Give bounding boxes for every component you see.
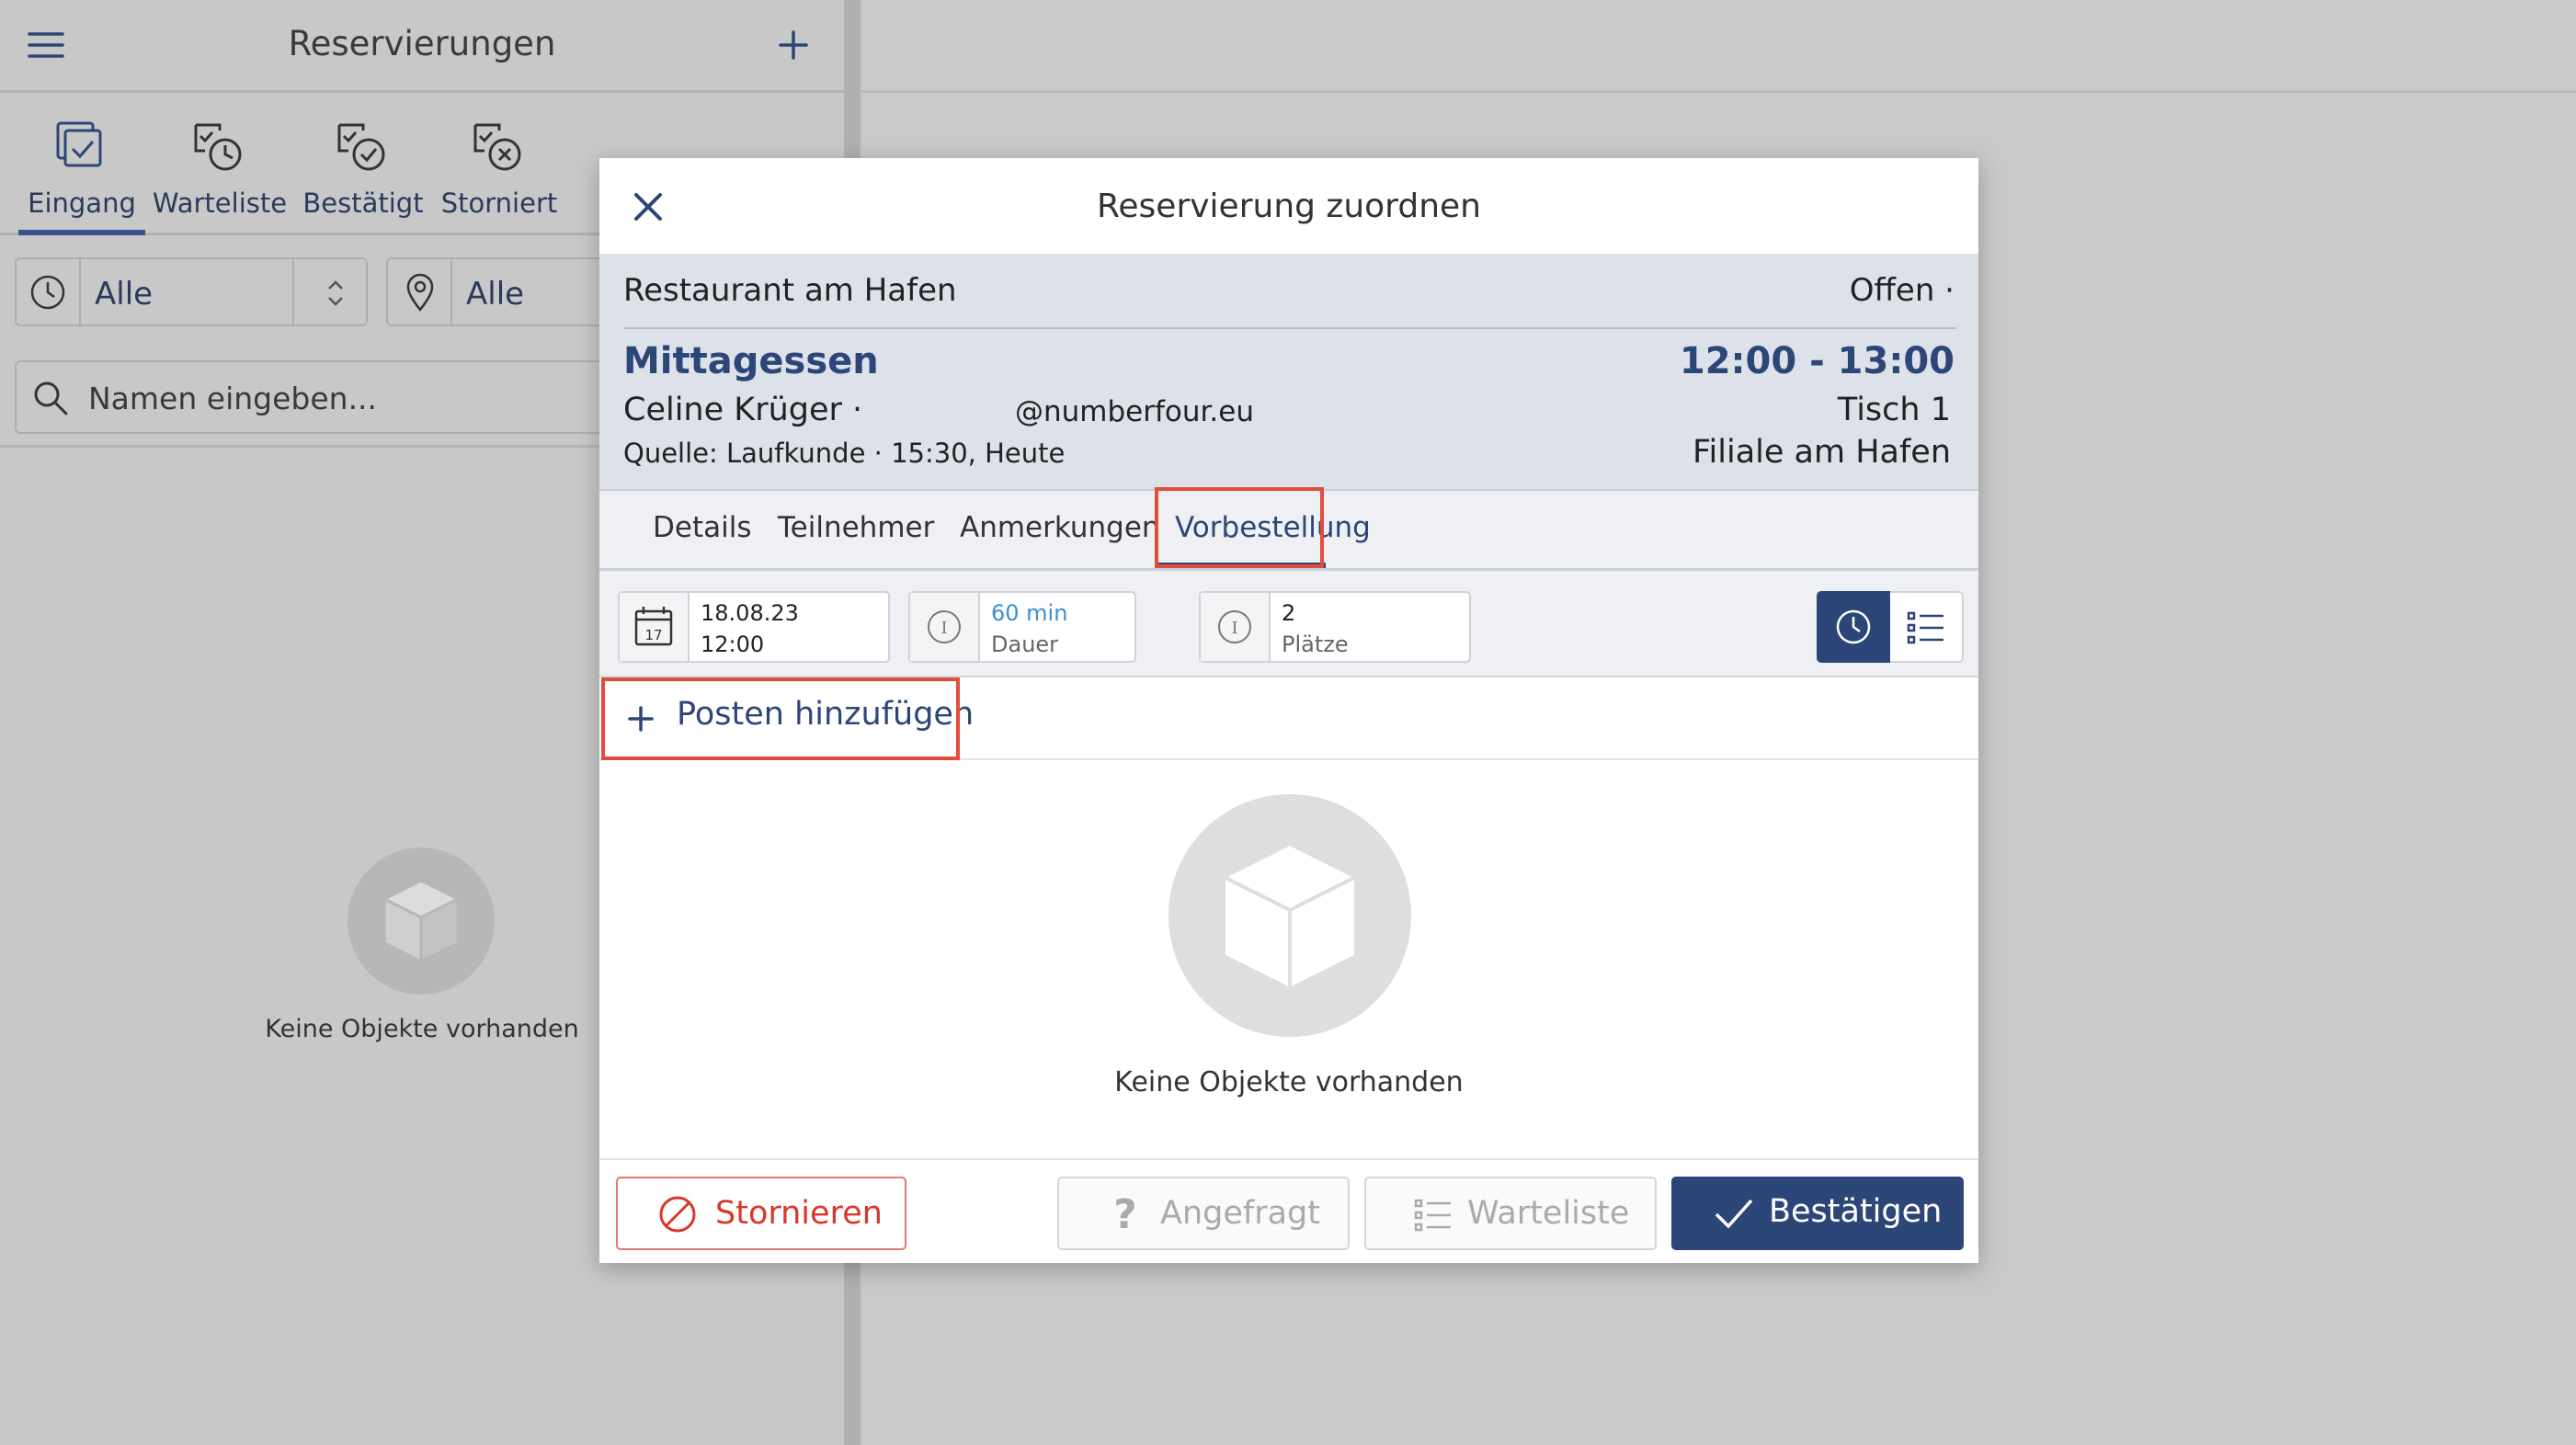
time-filter-value: Alle [95, 276, 154, 313]
tab-bestaetigt[interactable]: Bestätigt [294, 119, 432, 219]
empty-items-message: Keine Objekte vorhanden [1114, 1066, 1464, 1098]
svg-text:I: I [1231, 619, 1237, 638]
warteliste-label: Warteliste [1467, 1195, 1630, 1232]
info-icon: I [1201, 593, 1271, 661]
confirmed-check-icon [336, 119, 391, 178]
panel-title: Reservierungen [288, 24, 556, 63]
calendar-icon: 17 [620, 593, 690, 661]
dialog-footer: Stornieren ? Angefragt Warteliste Bestät… [599, 1158, 1978, 1263]
tab-warteliste-label: Warteliste [152, 188, 288, 219]
bestaetigen-button[interactable]: Bestätigen [1671, 1177, 1964, 1250]
reservation-fields: 17 18.08.23 12:00 I 60 min Dauer I 2 Plä… [599, 571, 1978, 677]
time-filter-select[interactable]: Alle [15, 257, 368, 326]
add-reservation-button[interactable] [778, 29, 809, 61]
time-range: 12:00 - 13:00 [1679, 340, 1955, 382]
branch-name: Filiale am Hafen [1692, 434, 1951, 471]
cancel-circle-icon [658, 1195, 697, 1234]
duration-field[interactable]: I 60 min Dauer [908, 591, 1136, 663]
chevron-updown-icon [325, 278, 346, 309]
stornieren-label: Stornieren [715, 1195, 883, 1232]
cancelled-x-icon [472, 119, 527, 178]
reservation-summary: Restaurant am Hafen Offen · Mittagessen … [599, 254, 1978, 489]
stornieren-button[interactable]: Stornieren [616, 1177, 906, 1250]
tab-storniert-label: Storniert [440, 188, 558, 219]
tab-eingang[interactable]: Eingang [13, 119, 151, 219]
waitlist-clock-icon [192, 119, 247, 178]
warteliste-button[interactable]: Warteliste [1364, 1177, 1657, 1250]
clock-icon [29, 274, 66, 311]
location-filter-value: Alle [466, 276, 525, 313]
duration-label: Dauer [991, 631, 1059, 657]
meal-name: Mittagessen [623, 340, 879, 382]
restaurant-name: Restaurant am Hafen [623, 272, 957, 309]
panel-header: Reservierungen [0, 0, 844, 93]
tab-storniert[interactable]: Storniert [430, 119, 568, 219]
dialog-title: Reservierung zuordnen [1097, 188, 1481, 225]
seats-field[interactable]: I 2 Plätze [1199, 591, 1471, 663]
reservation-status[interactable]: Offen · [1850, 272, 1955, 309]
active-tab-indicator [18, 230, 145, 235]
detail-header-divider [861, 90, 2576, 93]
svg-text:?: ? [1113, 1193, 1137, 1234]
seats-label: Plätze [1282, 631, 1349, 657]
question-mark-icon: ? [1112, 1193, 1138, 1234]
angefragt-label: Angefragt [1160, 1195, 1320, 1232]
dialog-header: Reservierung zuordnen [599, 158, 1978, 254]
duration-value: 60 min [991, 600, 1068, 626]
bestaetigen-label: Bestätigen [1769, 1193, 1943, 1230]
empty-box-icon [1168, 794, 1411, 1037]
tab-details[interactable]: Details [653, 511, 751, 544]
tab-anmerkungen[interactable]: Anmerkungen [960, 511, 1160, 544]
list-view-toggle[interactable] [1890, 591, 1964, 663]
calendar-day: 17 [644, 627, 662, 643]
table-name: Tisch 1 [1837, 392, 1951, 428]
reservation-source: Quelle: Laufkunde · 15:30, Heute [623, 438, 1066, 469]
list-icon [1414, 1197, 1453, 1234]
search-placeholder: Namen eingeben... [88, 381, 378, 416]
location-pin-icon [405, 272, 436, 313]
inbox-icon [54, 119, 109, 178]
date-time-field[interactable]: 17 18.08.23 12:00 [618, 591, 890, 663]
timeline-view-toggle[interactable] [1817, 591, 1890, 663]
seats-value: 2 [1282, 600, 1296, 626]
checkmark-icon [1714, 1195, 1754, 1232]
angefragt-button[interactable]: ? Angefragt [1057, 1177, 1350, 1250]
summary-divider [623, 327, 1956, 329]
list-icon [1907, 609, 1945, 646]
tab-eingang-label: Eingang [28, 188, 136, 219]
guest-email: @numberfour.eu [1015, 395, 1254, 428]
svg-text:I: I [940, 619, 947, 638]
highlight-vorbestellung [1155, 487, 1324, 568]
tab-bestaetigt-label: Bestätigt [302, 188, 424, 219]
info-icon: I [910, 593, 980, 661]
search-icon [31, 379, 70, 417]
tab-warteliste[interactable]: Warteliste [151, 119, 289, 219]
tab-teilnehmer[interactable]: Teilnehmer [778, 511, 934, 544]
assign-reservation-dialog: Reservierung zuordnen Restaurant am Hafe… [599, 158, 1978, 1263]
date-value: 18.08.23 [701, 600, 799, 626]
time-value: 12:00 [701, 631, 765, 657]
clock-icon [1835, 609, 1872, 645]
guest-name: Celine Krüger · [623, 392, 863, 428]
empty-box-icon [348, 848, 495, 995]
highlight-add-item [601, 677, 960, 760]
